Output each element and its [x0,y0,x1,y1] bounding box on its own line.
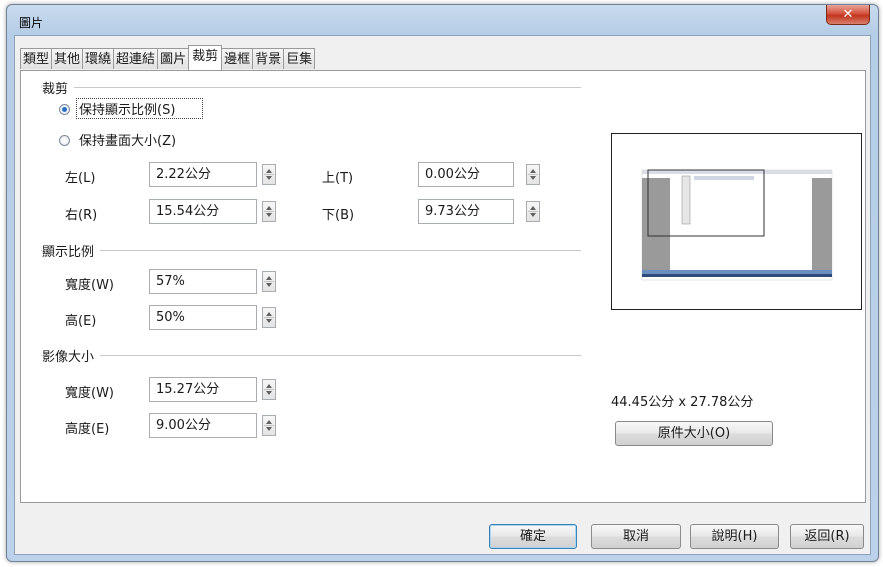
tab-picture[interactable]: 圖片 [157,48,190,69]
crop-preview [611,133,862,310]
close-button[interactable]: ✕ [826,5,870,25]
crop-group-line [41,87,581,88]
scale-width-label: 寬度(W) [65,278,114,293]
reset-button[interactable]: 返回(R) [790,524,864,549]
scale-width-field[interactable]: 57% [149,269,257,294]
crop-bottom-spinner[interactable] [526,201,540,222]
tab-crop[interactable]: 裁剪 [188,45,223,70]
crop-top-spinner[interactable] [526,164,540,185]
crop-top-label: 上(T) [322,171,354,186]
tab-type[interactable]: 類型 [20,48,53,69]
scale-height-label: 高(E) [65,314,97,329]
crop-top-field[interactable]: 0.00公分 [418,162,514,187]
scale-height-field[interactable]: 50% [149,305,257,330]
crop-left-field[interactable]: 2.22公分 [149,162,257,187]
crop-left-spinner[interactable] [262,164,276,185]
image-width-spinner[interactable] [262,379,276,400]
image-width-label: 寬度(W) [65,386,114,401]
help-button[interactable]: 說明(H) [690,524,779,549]
image-size-group-line [41,355,581,356]
crop-right-spinner[interactable] [262,201,276,222]
image-size-group-label: 影像大小 [42,346,101,365]
original-size-button[interactable]: 原件大小(O) [615,421,773,446]
scale-group-label: 顯示比例 [42,241,101,260]
tab-borders[interactable]: 邊框 [221,48,254,69]
dialog-window: 圖片 ✕ 類型 其他 環繞 超連結 圖片 裁剪 邊框 背景 巨集 裁剪 保持顯示… [6,4,879,562]
keep-size-radio[interactable] [59,135,70,146]
tab-options[interactable]: 其他 [51,48,84,69]
tab-wrap[interactable]: 環繞 [82,48,115,69]
tab-bar: 類型 其他 環繞 超連結 圖片 裁剪 邊框 背景 巨集 [20,45,316,70]
keep-size-label[interactable]: 保持畫面大小(Z) [79,130,176,149]
cancel-button[interactable]: 取消 [591,524,681,549]
close-icon: ✕ [842,7,854,22]
crop-left-label: 左(L) [65,171,96,186]
original-size-text: 44.45公分 x 27.78公分 [611,395,754,410]
image-height-label: 高度(E) [65,422,110,437]
scale-group-line [41,250,581,251]
window-title: 圖片 [19,16,44,30]
crop-bottom-label: 下(B) [322,208,355,223]
scale-height-spinner[interactable] [262,307,276,328]
ok-button[interactable]: 確定 [489,524,577,549]
tab-background[interactable]: 背景 [252,48,285,69]
crop-right-label: 右(R) [65,208,98,223]
image-width-field[interactable]: 15.27公分 [149,377,257,402]
keep-scale-radio[interactable] [59,104,70,115]
crop-bottom-field[interactable]: 9.73公分 [418,199,514,224]
keep-scale-label[interactable]: 保持顯示比例(S) [79,99,175,118]
scale-width-spinner[interactable] [262,271,276,292]
tab-hyperlink[interactable]: 超連結 [113,48,159,69]
crop-right-field[interactable]: 15.54公分 [149,199,257,224]
preview-thumbnail [641,169,833,281]
image-height-spinner[interactable] [262,415,276,436]
crop-panel: 裁剪 保持顯示比例(S) 保持畫面大小(Z) 左(L) 2.22公分 上(T) … [20,70,866,503]
dialog-client: 類型 其他 環繞 超連結 圖片 裁剪 邊框 背景 巨集 裁剪 保持顯示比例(S)… [14,35,871,555]
image-height-field[interactable]: 9.00公分 [149,413,257,438]
crop-group-label: 裁剪 [42,78,75,97]
tab-macro[interactable]: 巨集 [283,48,316,69]
title-bar[interactable]: 圖片 ✕ [7,5,878,35]
